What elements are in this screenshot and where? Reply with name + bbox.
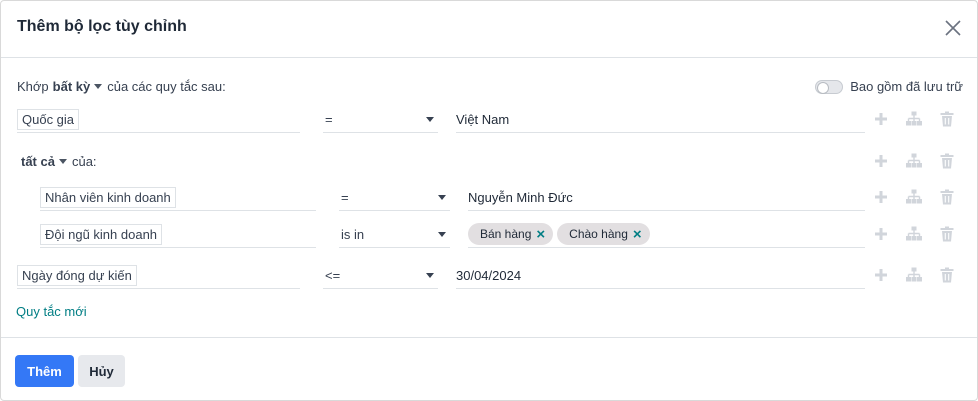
rule-field-label: Đội ngũ kinh doanh xyxy=(40,224,163,245)
trash-icon[interactable] xyxy=(938,266,956,284)
caret-down-icon xyxy=(438,195,446,200)
rule-value-tags[interactable]: Bán hàng × Chào hàng × xyxy=(468,222,865,248)
rule-field-label: Quốc gia xyxy=(17,109,80,130)
rule-value-label: Việt Nam xyxy=(456,112,510,127)
rule-actions xyxy=(872,225,962,245)
rule-actions xyxy=(872,188,962,208)
match-mode-label: bất kỳ xyxy=(52,79,91,94)
rule-field-selector[interactable]: Quốc gia xyxy=(17,107,300,133)
plus-icon[interactable] xyxy=(872,188,890,206)
plus-icon[interactable] xyxy=(872,225,890,243)
tag-list: Bán hàng × Chào hàng × xyxy=(468,223,650,245)
group-rule-row: Đội ngũ kinh doanh is in Bán hàng × Chào … xyxy=(1,222,977,250)
rule-actions xyxy=(872,110,962,130)
rule-operator-select[interactable]: <= xyxy=(323,263,438,289)
group-actions xyxy=(872,152,962,172)
rule-field-selector[interactable]: Ngày đóng dự kiến xyxy=(17,263,300,289)
dialog-header: Thêm bộ lọc tùy chỉnh xyxy=(1,1,977,58)
trash-icon[interactable] xyxy=(938,188,956,206)
trash-icon[interactable] xyxy=(938,225,956,243)
group-mode-label: tất cả xyxy=(21,154,55,169)
rule-operator-label: <= xyxy=(325,268,341,283)
trash-icon[interactable] xyxy=(938,152,956,170)
plus-icon[interactable] xyxy=(872,152,890,170)
group-rule-row: Nhân viên kinh doanh = Nguyễn Minh Đức xyxy=(1,185,977,213)
add-button[interactable]: Thêm xyxy=(15,355,74,387)
group-suffix: của: xyxy=(71,154,97,169)
rule-operator-label: is in xyxy=(341,227,365,242)
group-match-sentence: tất cả của: xyxy=(21,154,97,169)
match-suffix: của các quy tắc sau: xyxy=(107,79,226,94)
rule-row: Quốc gia = Việt Nam xyxy=(1,107,977,135)
sitemap-icon[interactable] xyxy=(905,152,923,170)
match-sentence: Khớp bất kỳ của các quy tắc sau: xyxy=(17,79,226,94)
dialog-footer: Thêm Hủy xyxy=(1,337,977,401)
rule-value-input[interactable]: Nguyễn Minh Đức xyxy=(468,185,865,211)
custom-filter-dialog: Thêm bộ lọc tùy chỉnh Khớp bất kỳ của cá… xyxy=(0,0,978,401)
tag-label: Chào hàng xyxy=(569,227,628,241)
sitemap-icon[interactable] xyxy=(905,266,923,284)
caret-down-icon xyxy=(426,273,434,278)
dialog-title: Thêm bộ lọc tùy chỉnh xyxy=(17,18,187,35)
plus-icon[interactable] xyxy=(872,266,890,284)
rule-actions xyxy=(872,266,962,286)
remove-tag-icon[interactable]: × xyxy=(633,227,642,242)
tag-chip: Chào hàng × xyxy=(557,223,650,245)
tag-chip: Bán hàng × xyxy=(468,223,554,245)
rule-value-input[interactable]: Việt Nam xyxy=(456,107,865,133)
trash-icon[interactable] xyxy=(938,110,956,128)
rule-field-selector[interactable]: Đội ngũ kinh doanh xyxy=(40,222,316,248)
rule-field-label: Nhân viên kinh doanh xyxy=(40,187,176,208)
rule-operator-label: = xyxy=(325,112,333,127)
sitemap-icon[interactable] xyxy=(905,110,923,128)
rule-operator-select[interactable]: = xyxy=(323,107,438,133)
caret-down-icon xyxy=(58,159,67,164)
rule-field-selector[interactable]: Nhân viên kinh doanh xyxy=(40,185,316,211)
sitemap-icon[interactable] xyxy=(905,225,923,243)
caret-down-icon xyxy=(94,84,103,89)
include-archived: Bao gồm đã lưu trữ xyxy=(815,79,963,94)
rule-value-input[interactable]: 30/04/2024 xyxy=(456,263,865,289)
plus-icon[interactable] xyxy=(872,110,890,128)
caret-down-icon xyxy=(438,232,446,237)
group-mode-dropdown[interactable]: tất cả xyxy=(21,154,67,169)
cancel-button[interactable]: Hủy xyxy=(78,355,125,387)
rule-operator-select[interactable]: = xyxy=(339,185,450,211)
rule-operator-select[interactable]: is in xyxy=(339,222,450,248)
rule-row: Ngày đóng dự kiến <= 30/04/2024 xyxy=(1,263,977,291)
match-mode-dropdown[interactable]: bất kỳ xyxy=(53,79,103,94)
include-archived-toggle[interactable] xyxy=(815,79,844,94)
include-archived-label: Bao gồm đã lưu trữ xyxy=(850,79,963,94)
caret-down-icon xyxy=(426,117,434,122)
rule-value-label: Nguyễn Minh Đức xyxy=(468,190,573,205)
match-prefix: Khớp xyxy=(17,79,49,94)
rule-field-label: Ngày đóng dự kiến xyxy=(17,265,137,286)
rule-group-header: tất cả của: xyxy=(1,149,977,177)
close-icon[interactable] xyxy=(943,18,963,38)
tag-label: Bán hàng xyxy=(480,227,532,241)
rule-value-label: 30/04/2024 xyxy=(456,268,522,283)
remove-tag-icon[interactable]: × xyxy=(536,227,545,242)
rule-operator-label: = xyxy=(341,190,349,205)
new-rule-link[interactable]: Quy tắc mới xyxy=(16,304,87,319)
sitemap-icon[interactable] xyxy=(905,188,923,206)
